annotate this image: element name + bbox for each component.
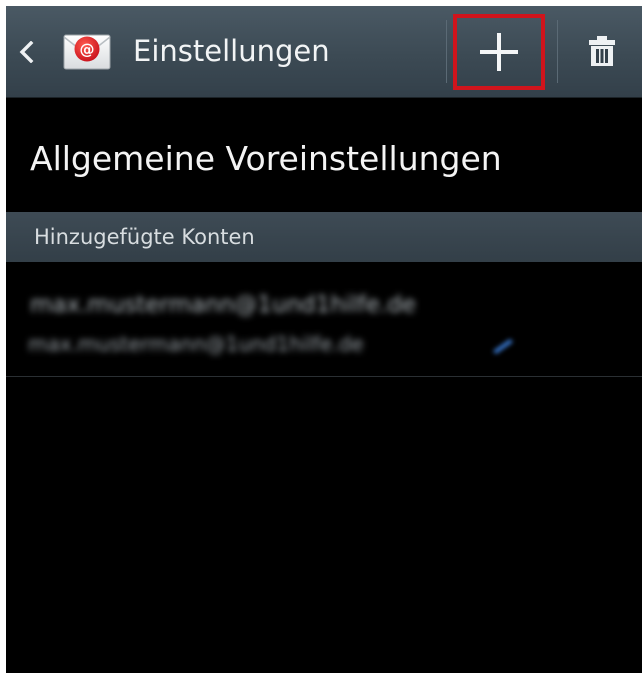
- general-preferences-item[interactable]: Allgemeine Voreinstellungen: [6, 97, 642, 212]
- svg-text:@: @: [80, 41, 95, 59]
- action-bar: @ Einstellungen: [6, 6, 642, 98]
- settings-screen: @ Einstellungen Allgemeine Voreinstellun…: [6, 6, 642, 673]
- chevron-left-icon: [19, 41, 34, 63]
- delete-account-button[interactable]: [566, 14, 638, 90]
- action-divider: [557, 20, 558, 83]
- add-account-button[interactable]: [453, 14, 545, 90]
- general-preferences-label: Allgemeine Voreinstellungen: [30, 139, 502, 178]
- page-title: Einstellungen: [133, 34, 330, 68]
- trash-icon: [589, 36, 615, 66]
- account-list-item[interactable]: max.mustermann@1und1hilfe.de max.musterm…: [6, 262, 642, 377]
- accounts-section-label: Hinzugefügte Konten: [34, 225, 255, 249]
- plus-icon: [480, 33, 518, 71]
- account-email: max.mustermann@1und1hilfe.de: [30, 292, 416, 318]
- accounts-section-header: Hinzugefügte Konten: [6, 212, 642, 262]
- email-app-icon: @: [63, 34, 111, 70]
- sync-icon: [493, 339, 513, 354]
- up-button[interactable]: @: [6, 6, 124, 97]
- account-email-secondary: max.mustermann@1und1hilfe.de: [28, 332, 364, 356]
- action-divider: [446, 20, 447, 83]
